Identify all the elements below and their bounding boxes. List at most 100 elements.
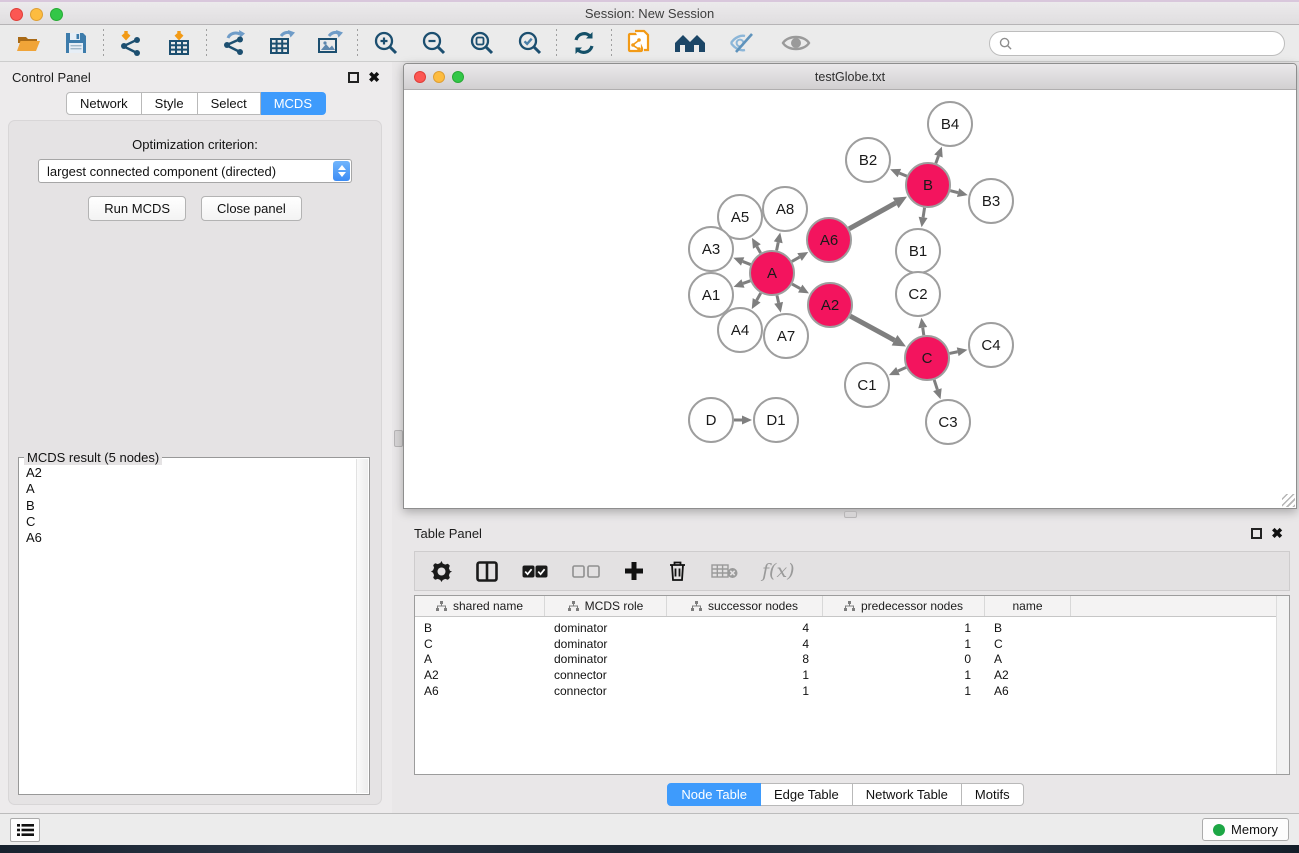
zoom-selected-icon[interactable]: [515, 29, 543, 57]
table-scrollbar[interactable]: [1276, 596, 1289, 774]
horizontal-splitter[interactable]: [403, 509, 1297, 520]
cell-predecessor-nodes[interactable]: 1: [823, 668, 985, 682]
graph-edge-B-B3[interactable]: [950, 191, 958, 193]
mcds-result-item[interactable]: A6: [26, 530, 369, 546]
network-window-titlebar[interactable]: testGlobe.txt: [404, 64, 1296, 90]
minimize-network-window-button[interactable]: [433, 71, 445, 83]
float-panel-icon[interactable]: [348, 72, 359, 83]
settings-gear-icon[interactable]: [431, 561, 452, 582]
zoom-fit-icon[interactable]: [467, 29, 495, 57]
cell-name[interactable]: A2: [985, 668, 1071, 682]
cell-MCDS-role[interactable]: connector: [545, 684, 667, 698]
function-builder-icon[interactable]: f(x): [762, 560, 795, 582]
tab-node-table[interactable]: Node Table: [667, 783, 761, 806]
mcds-result-item[interactable]: B: [26, 498, 369, 514]
zoom-window-button[interactable]: [50, 8, 63, 21]
graph-edge-A-A7[interactable]: [777, 295, 779, 302]
graph-edge-B-B2[interactable]: [899, 173, 906, 176]
cell-predecessor-nodes[interactable]: 1: [823, 637, 985, 651]
network-canvas[interactable]: B4B2BB3A5A8A6B1A3AA1C2A2A4A7C4CC1C3DD1: [405, 91, 1295, 507]
import-network-icon[interactable]: [117, 29, 145, 57]
cell-predecessor-nodes[interactable]: 1: [823, 621, 985, 635]
cell-shared-name[interactable]: C: [415, 637, 545, 651]
task-history-button[interactable]: [10, 818, 40, 842]
cell-successor-nodes[interactable]: 1: [667, 668, 823, 682]
open-session-icon[interactable]: [14, 29, 42, 57]
cell-shared-name[interactable]: B: [415, 621, 545, 635]
graph-edge-B-B4[interactable]: [936, 156, 939, 163]
save-session-icon[interactable]: [62, 29, 90, 57]
show-column-icon[interactable]: [476, 561, 498, 582]
table-row[interactable]: A6connector11A6: [415, 683, 1289, 699]
graph-edge-B-B1[interactable]: [923, 208, 924, 218]
criterion-dropdown[interactable]: largest connected component (directed): [38, 159, 352, 183]
cell-name[interactable]: A: [985, 652, 1071, 666]
cell-name[interactable]: C: [985, 637, 1071, 651]
column-header-predecessor-nodes[interactable]: predecessor nodes: [823, 596, 985, 616]
mcds-result-item[interactable]: A: [26, 481, 369, 497]
cell-MCDS-role[interactable]: dominator: [545, 621, 667, 635]
cell-shared-name[interactable]: A6: [415, 684, 545, 698]
select-all-checks-icon[interactable]: [522, 565, 548, 578]
cell-predecessor-nodes[interactable]: 1: [823, 684, 985, 698]
cell-successor-nodes[interactable]: 8: [667, 652, 823, 666]
new-network-from-selection-icon[interactable]: [625, 29, 653, 57]
column-header-successor-nodes[interactable]: successor nodes: [667, 596, 823, 616]
column-header-MCDS-role[interactable]: MCDS role: [545, 596, 667, 616]
close-network-window-button[interactable]: [414, 71, 426, 83]
search-field[interactable]: [989, 31, 1285, 56]
cell-shared-name[interactable]: A: [415, 652, 545, 666]
zoom-network-window-button[interactable]: [452, 71, 464, 83]
home-icon[interactable]: [673, 29, 707, 57]
table-row[interactable]: Bdominator41B: [415, 620, 1289, 636]
delete-table-icon[interactable]: [711, 563, 738, 579]
graph-edge-A-A4[interactable]: [757, 293, 761, 300]
table-row[interactable]: Cdominator41C: [415, 636, 1289, 652]
cell-name[interactable]: B: [985, 621, 1071, 635]
graph-edge-A2-C[interactable]: [850, 316, 894, 340]
cell-successor-nodes[interactable]: 4: [667, 637, 823, 651]
cell-predecessor-nodes[interactable]: 0: [823, 652, 985, 666]
graph-edge-A-A3[interactable]: [743, 261, 751, 264]
zoom-out-icon[interactable]: [419, 29, 447, 57]
float-table-panel-icon[interactable]: [1251, 528, 1262, 539]
window-resize-grip[interactable]: [1282, 494, 1295, 507]
add-column-icon[interactable]: [624, 561, 644, 581]
graph-edge-A-A6[interactable]: [792, 257, 800, 261]
graph-edge-C-C1[interactable]: [898, 367, 906, 371]
column-header-shared-name[interactable]: shared name: [415, 596, 545, 616]
tab-mcds[interactable]: MCDS: [261, 92, 326, 115]
cell-successor-nodes[interactable]: 4: [667, 621, 823, 635]
minimize-window-button[interactable]: [30, 8, 43, 21]
delete-column-icon[interactable]: [668, 560, 687, 582]
search-input[interactable]: [1017, 36, 1275, 51]
table-row[interactable]: A2connector11A2: [415, 667, 1289, 683]
close-panel-button[interactable]: Close panel: [201, 196, 302, 221]
cell-MCDS-role[interactable]: connector: [545, 668, 667, 682]
refresh-layout-icon[interactable]: [570, 29, 598, 57]
tab-style[interactable]: Style: [142, 92, 198, 115]
close-window-button[interactable]: [10, 8, 23, 21]
graph-edge-A-A1[interactable]: [743, 281, 750, 284]
graph-edge-C-C2[interactable]: [923, 328, 924, 336]
graph-edge-A-A8[interactable]: [777, 242, 779, 250]
tab-network[interactable]: Network: [66, 92, 142, 115]
close-panel-icon[interactable]: ✖: [368, 72, 380, 83]
export-network-icon[interactable]: [220, 29, 248, 57]
deselect-all-checks-icon[interactable]: [572, 565, 600, 578]
graph-edge-C-C3[interactable]: [934, 380, 937, 390]
result-scrollbar[interactable]: [356, 459, 368, 793]
memory-button[interactable]: Memory: [1202, 818, 1289, 841]
mcds-result-item[interactable]: A2: [26, 465, 369, 481]
mcds-result-item[interactable]: C: [26, 514, 369, 530]
graph-edge-A-A2[interactable]: [792, 284, 800, 288]
graph-edge-A-A5[interactable]: [757, 247, 761, 254]
column-header-name[interactable]: name: [985, 596, 1071, 616]
run-mcds-button[interactable]: Run MCDS: [88, 196, 186, 221]
zoom-in-icon[interactable]: [371, 29, 399, 57]
import-table-icon[interactable]: [165, 29, 193, 57]
cell-shared-name[interactable]: A2: [415, 668, 545, 682]
table-row[interactable]: Adominator80A: [415, 652, 1289, 668]
tab-motifs[interactable]: Motifs: [962, 783, 1024, 806]
cell-successor-nodes[interactable]: 1: [667, 684, 823, 698]
